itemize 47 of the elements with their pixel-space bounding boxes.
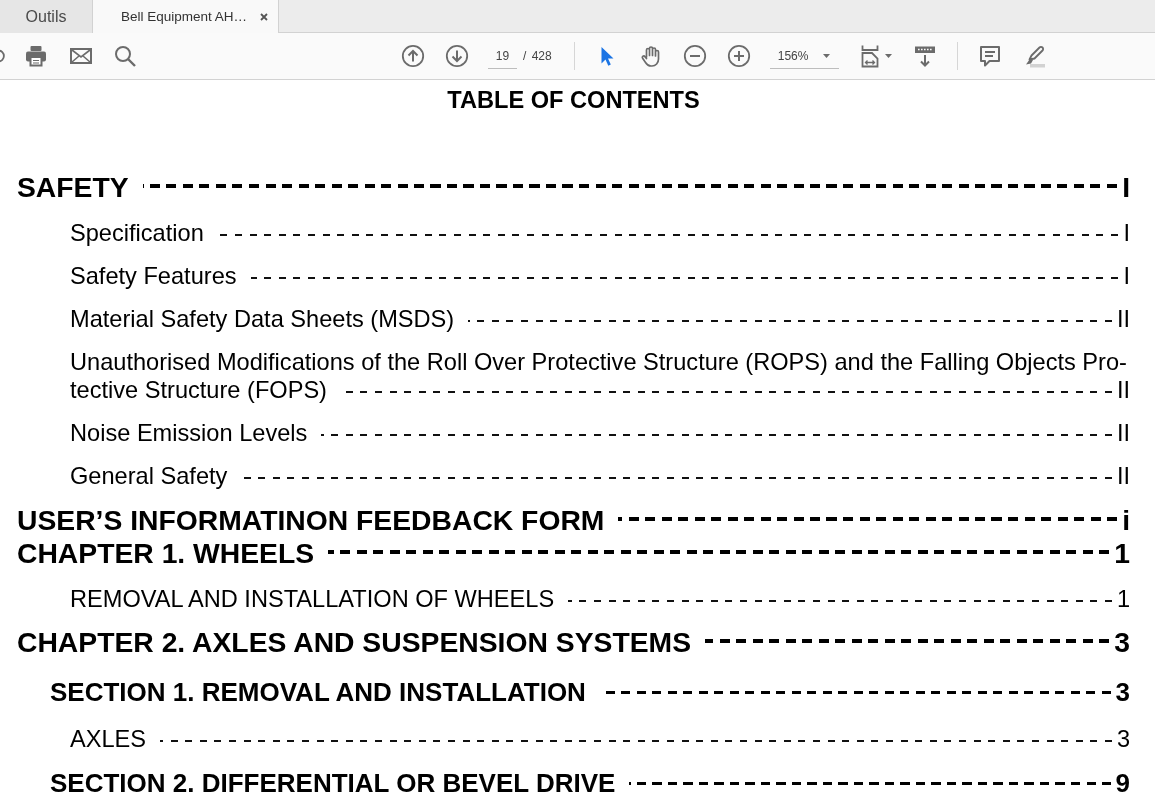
document-title: TABLE OF CONTENTS bbox=[447, 86, 700, 114]
toc-entry-title: Unauthorised Modifications of the Roll Over Protective Structure (ROPS) and the Falling Objects Pro- bbox=[70, 348, 1127, 376]
arrow-down-circle-icon[interactable] bbox=[445, 44, 469, 68]
toc-entry-title: AXLES bbox=[70, 725, 147, 753]
page-count-label: / 428 bbox=[523, 49, 552, 63]
toc-entry-title: REMOVAL AND INSTALLATION OF WHEELS bbox=[70, 584, 555, 613]
toc-entry-title: Material Safety Data Sheets (MSDS) bbox=[70, 305, 455, 333]
page-number: I bbox=[1122, 170, 1130, 204]
page-number: I bbox=[1123, 262, 1130, 290]
page-number: II bbox=[1116, 305, 1130, 333]
zoom-field[interactable]: 156% bbox=[769, 43, 839, 69]
zoom-out-icon[interactable] bbox=[682, 44, 707, 68]
close-icon[interactable] bbox=[260, 12, 269, 21]
toc-entry-title: Noise Emission Levels bbox=[70, 419, 308, 447]
toc-entry-title: General Safety bbox=[70, 462, 228, 490]
arrow-up-circle-icon[interactable] bbox=[401, 44, 425, 68]
toc-chapter-title: CHAPTER 1. WHEELS bbox=[17, 535, 315, 570]
tab[interactable]: Outils bbox=[0, 0, 93, 33]
ring-icon[interactable] bbox=[0, 49, 6, 63]
page-number: II bbox=[1116, 462, 1130, 490]
toc-entry-title: Safety Features bbox=[70, 262, 237, 290]
caret-icon[interactable] bbox=[884, 54, 892, 58]
toc-chapter-title: CHAPTER 2. AXLES AND SUSPENSION SYSTEMS bbox=[17, 625, 691, 659]
search-icon[interactable] bbox=[113, 44, 137, 68]
print-icon[interactable] bbox=[24, 44, 48, 68]
toc-chapter-title: SAFETY bbox=[17, 170, 129, 204]
toc-section-title: SECTION 2. DIFFERENTIAL OR BEVEL DRIVE bbox=[50, 768, 616, 793]
caret-icon[interactable] bbox=[822, 53, 830, 58]
page-number: 3 bbox=[1114, 625, 1130, 659]
zoom-in-icon[interactable] bbox=[726, 44, 751, 68]
page-number-field[interactable]: 19 bbox=[488, 43, 517, 69]
page-number: 3 bbox=[1116, 725, 1130, 753]
comment-icon[interactable] bbox=[977, 44, 1002, 68]
page-number: 1 bbox=[1114, 535, 1130, 570]
page-number: 9 bbox=[1115, 768, 1130, 793]
page-number: II bbox=[1116, 419, 1130, 447]
toc-entry-title: Specification bbox=[70, 219, 204, 247]
scroll-down-icon[interactable] bbox=[912, 44, 937, 68]
page-number: i bbox=[1122, 502, 1130, 537]
toc-entry-title: tective Structure (FOPS) bbox=[70, 376, 327, 404]
page-number: 3 bbox=[1115, 677, 1130, 707]
page-number: I bbox=[1123, 219, 1130, 247]
toc-chapter-title: USER’S INFORMATINON FEEDBACK FORM bbox=[17, 502, 605, 537]
tab[interactable]: Bell Equipment AH… bbox=[93, 0, 280, 33]
page-number: II bbox=[1116, 376, 1130, 404]
page-number: 1 bbox=[1116, 584, 1130, 613]
toc-section-title: SECTION 1. REMOVAL AND INSTALLATION bbox=[50, 677, 586, 707]
